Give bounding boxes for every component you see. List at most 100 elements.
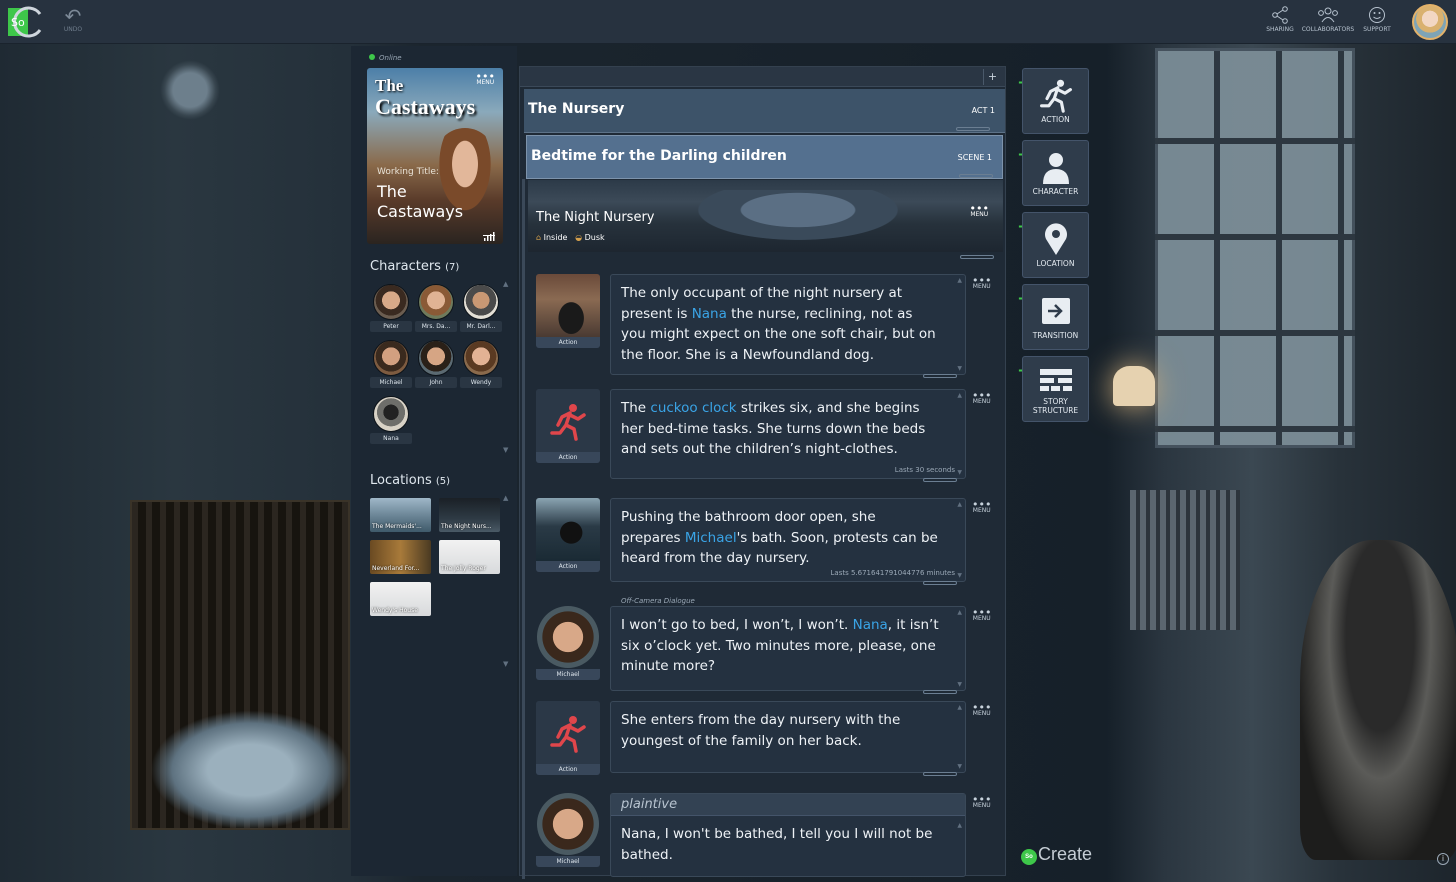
element-resize-handle[interactable]	[923, 772, 957, 776]
scene-scroll-track[interactable]	[522, 179, 525, 879]
add-action-tool[interactable]: ACTION	[1022, 68, 1089, 134]
location-resize-handle[interactable]	[960, 255, 994, 259]
card-scroll-up[interactable]: ▲	[957, 277, 962, 284]
element-menu-button[interactable]: ••• MENU	[972, 275, 991, 290]
element-menu-button[interactable]: ••• MENU	[972, 499, 991, 514]
element-thumbnail: Action	[536, 498, 600, 572]
location-icon	[1044, 223, 1067, 255]
location-card-menu-button[interactable]: ••• MENU	[970, 203, 989, 218]
location-neverland-forest[interactable]: Neverland For...	[370, 540, 431, 574]
element-menu-button[interactable]: ••• MENU	[972, 794, 991, 809]
location-night-nursery[interactable]: The Night Nurs...	[439, 498, 500, 532]
element-text[interactable]: Nana, I won't be bathed, I tell you I wi…	[611, 816, 965, 873]
locations-scroll-up[interactable]: ▲	[503, 494, 508, 502]
element-text-card[interactable]: plaintive Nana, I won't be bathed, I tel…	[610, 793, 966, 877]
element-resize-handle[interactable]	[923, 478, 957, 482]
location-card-image	[698, 190, 898, 240]
character-name: Mrs. Da...	[415, 321, 457, 332]
add-transition-tool[interactable]: TRANSITION	[1022, 284, 1089, 350]
element-resize-handle[interactable]	[923, 581, 957, 585]
card-scroll-up[interactable]: ▲	[957, 392, 962, 399]
character-michael[interactable]: Michael	[370, 340, 412, 388]
character-link[interactable]: Nana	[692, 306, 727, 322]
card-scroll-down[interactable]: ▼	[957, 681, 962, 688]
support-label: SUPPORT	[1363, 26, 1391, 33]
location-mermaids[interactable]: The Mermaids'...	[370, 498, 431, 532]
character-mr-darling[interactable]: Mr. Darl...	[460, 284, 502, 332]
element-resize-handle[interactable]	[923, 374, 957, 378]
character-link[interactable]: Nana	[853, 617, 888, 633]
so-create-logo[interactable]: So	[4, 4, 44, 40]
parenthetical-field[interactable]: plaintive	[611, 794, 965, 816]
cover-menu-label: MENU	[476, 79, 495, 86]
card-scroll-up[interactable]: ▲	[957, 822, 962, 829]
info-icon[interactable]: i	[1437, 853, 1449, 865]
location-card-title: The Night Nursery	[536, 210, 655, 225]
character-link[interactable]: Michael	[685, 530, 737, 546]
element-text[interactable]: The cuckoo clock strikes six, and she be…	[611, 390, 965, 468]
smiley-icon	[1369, 7, 1385, 23]
sharing-button[interactable]: SHARING	[1264, 6, 1296, 34]
card-scroll-down[interactable]: ▼	[957, 572, 962, 579]
element-text[interactable]: The only occupant of the night nursery a…	[611, 275, 965, 373]
scene-resize-handle[interactable]	[959, 174, 993, 178]
cover-menu-button[interactable]: ••• MENU	[476, 71, 495, 86]
element-text-card[interactable]: Off-Camera Dialogue I won’t go to bed, I…	[610, 597, 966, 694]
character-peter[interactable]: Peter	[370, 284, 412, 332]
character-mrs-darling[interactable]: Mrs. Da...	[415, 284, 457, 332]
element-text[interactable]: I won’t go to bed, I won’t, I won’t. Nan…	[611, 607, 965, 685]
act-resize-handle[interactable]	[956, 127, 990, 131]
element-text[interactable]: Pushing the bathroom door open, she prep…	[611, 499, 965, 577]
user-avatar[interactable]	[1412, 4, 1448, 40]
undo-button[interactable]: ↶ UNDO	[60, 6, 86, 33]
tool-label-line-2: STRUCTURE	[1032, 406, 1079, 415]
element-text[interactable]: She enters from the day nursery with the…	[611, 702, 965, 759]
avatar	[418, 284, 454, 320]
card-scroll-up[interactable]: ▲	[957, 609, 962, 616]
element-resize-handle[interactable]	[923, 690, 957, 694]
sharing-label: SHARING	[1266, 26, 1294, 33]
prop-link[interactable]: cuckoo clock	[650, 400, 736, 416]
element-menu-label: MENU	[972, 398, 991, 405]
locations-heading-label: Locations	[370, 473, 432, 488]
scene-location-card[interactable]: The Night Nursery ⌂ Inside ◒ Dusk ••• MEN…	[528, 180, 1003, 252]
working-title-label: Working Title:	[377, 167, 439, 177]
element-text-card[interactable]: She enters from the day nursery with the…	[610, 701, 966, 776]
element-text-card[interactable]: Pushing the bathroom door open, she prep…	[610, 498, 966, 585]
element-text-card[interactable]: The cuckoo clock strikes six, and she be…	[610, 389, 966, 482]
element-text-card[interactable]: The only occupant of the night nursery a…	[610, 274, 966, 378]
support-button[interactable]: SUPPORT	[1360, 6, 1394, 34]
characters-scroll-up[interactable]: ▲	[503, 280, 508, 288]
element-menu-button[interactable]: ••• MENU	[972, 607, 991, 622]
card-scroll-down[interactable]: ▼	[957, 365, 962, 372]
add-location-tool[interactable]: LOCATION	[1022, 212, 1089, 278]
tool-label-line-1: STORY	[1043, 397, 1068, 406]
character-john[interactable]: John	[415, 340, 457, 388]
add-character-tool[interactable]: CHARACTER	[1022, 140, 1089, 206]
element-type-label: Action	[536, 452, 600, 463]
action-runner-icon	[536, 701, 600, 764]
act-header[interactable]: The Nursery ACT 1	[524, 89, 1005, 133]
so-create-brand: So Create	[1021, 844, 1092, 865]
add-story-structure-tool[interactable]: STORY STRUCTURE	[1022, 356, 1089, 422]
card-scroll-down[interactable]: ▼	[957, 763, 962, 770]
card-scroll-down[interactable]: ▼	[957, 469, 962, 476]
element-menu-button[interactable]: ••• MENU	[972, 702, 991, 717]
scene-header[interactable]: Bedtime for the Darling children SCENE 1	[526, 135, 1003, 179]
collaborators-button[interactable]: COLLABORATORS	[1300, 6, 1356, 34]
dusk-icon: ◒	[575, 233, 583, 242]
character-wendy[interactable]: Wendy	[460, 340, 502, 388]
background-moon	[160, 60, 220, 120]
add-act-button[interactable]: +	[983, 69, 1001, 85]
character-nana[interactable]: Nana	[370, 396, 412, 444]
characters-scroll-down[interactable]: ▼	[503, 446, 508, 454]
online-status: Online	[369, 54, 402, 62]
element-menu-button[interactable]: ••• MENU	[972, 390, 991, 405]
location-jolly-roger[interactable]: The Jolly Roger	[439, 540, 500, 574]
location-wendys-house[interactable]: Wendy's House	[370, 582, 431, 616]
locations-scroll-down[interactable]: ▼	[503, 660, 508, 668]
characters-heading: Characters (7)	[370, 259, 459, 274]
card-scroll-up[interactable]: ▲	[957, 704, 962, 711]
card-scroll-up[interactable]: ▲	[957, 501, 962, 508]
project-cover[interactable]: The Castaways ••• MENU Working Title: The…	[367, 68, 503, 244]
